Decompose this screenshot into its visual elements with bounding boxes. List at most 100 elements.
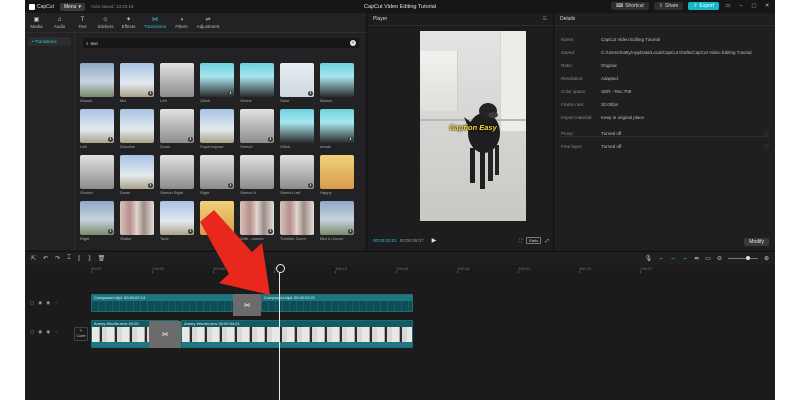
- transition-card[interactable]: [200, 201, 234, 236]
- split-left-icon[interactable]: ⟦: [78, 255, 81, 262]
- tab-effects[interactable]: ✦ Effects: [117, 13, 140, 32]
- cover-button[interactable]: ✎ Cover: [74, 327, 88, 341]
- ratio-button[interactable]: Ratio: [526, 236, 542, 244]
- clear-search-icon[interactable]: ×: [350, 40, 356, 46]
- track-audio-icon[interactable]: ◉: [46, 300, 50, 306]
- tab-audio[interactable]: ♫ Audio: [48, 13, 71, 32]
- main-clip-2[interactable]: Ammy Woofin.mov 00:00:04:01: [181, 320, 413, 348]
- delete-icon[interactable]: 🗑: [98, 255, 106, 262]
- download-icon[interactable]: ⬇: [148, 183, 153, 188]
- transition-marker[interactable]: ⋈: [149, 321, 181, 348]
- share-button[interactable]: ⇪ Share: [653, 2, 684, 10]
- track-lock-icon[interactable]: ▢: [30, 329, 34, 335]
- fit-view-icon[interactable]: ⛶: [519, 238, 522, 243]
- download-icon[interactable]: ⬇: [148, 91, 153, 96]
- download-icon[interactable]: ⬇: [188, 229, 193, 234]
- time-ruler[interactable]: 00:00100:03100:0600:09100:12100:15100:18…: [91, 265, 775, 273]
- track-visibility-icon[interactable]: ◉: [38, 329, 42, 335]
- transition-card[interactable]: ⬇ Right: [200, 155, 234, 195]
- info-icon[interactable]: ⓘ: [765, 131, 770, 137]
- track-audio-icon[interactable]: ◉: [46, 329, 50, 335]
- undo-icon[interactable]: ↶: [43, 255, 48, 262]
- layout-icon[interactable]: ▭: [724, 3, 732, 9]
- transition-card[interactable]: Woosh: [80, 63, 114, 103]
- track-more-icon[interactable]: ⋯: [54, 300, 59, 306]
- tab-text[interactable]: T Text: [71, 13, 94, 32]
- transition-card[interactable]: ⬇ Glitch: [200, 63, 234, 103]
- microphone-icon[interactable]: 🎙: [645, 255, 653, 262]
- download-icon[interactable]: ⬇: [348, 229, 353, 234]
- transition-card[interactable]: ⬇ Blur In Zoom: [320, 201, 354, 241]
- zoom-slider[interactable]: [727, 256, 758, 260]
- transition-card[interactable]: ⬇ Inhale: [320, 109, 354, 149]
- transition-card[interactable]: ⬇ Slant: [280, 63, 314, 103]
- transition-card[interactable]: Left: [160, 63, 194, 103]
- split-icon[interactable]: ⌶: [67, 255, 71, 262]
- select-tool-icon[interactable]: ⇱: [31, 255, 36, 262]
- download-icon[interactable]: ⬇: [228, 183, 233, 188]
- playhead[interactable]: [276, 264, 285, 400]
- transition-card[interactable]: ⬇ Down: [120, 155, 154, 195]
- modify-button[interactable]: Modify: [744, 238, 769, 246]
- transition-card[interactable]: Strobe: [240, 63, 274, 103]
- minimize-icon[interactable]: –: [737, 3, 745, 9]
- tab-media[interactable]: ▣ Media: [25, 13, 48, 32]
- menu-button[interactable]: Menu ▾: [59, 2, 85, 11]
- fullscreen-icon[interactable]: ⤢: [545, 238, 549, 243]
- transition-card[interactable]: Tremble Zoom: [280, 201, 314, 241]
- zoom-out-icon[interactable]: ⊖: [717, 255, 722, 262]
- transition-card[interactable]: ⬇ Stretch: [240, 109, 274, 149]
- download-icon[interactable]: ⬇: [228, 91, 233, 96]
- shortcut-button[interactable]: ⌨ Shortcut: [610, 2, 649, 10]
- maximize-icon[interactable]: ▢: [750, 3, 758, 9]
- transition-card[interactable]: ⬇ Mix: [120, 63, 154, 103]
- compound-clip-1[interactable]: Compound clip1 00:00:02:14: [91, 294, 237, 312]
- transition-card[interactable]: Shake: [120, 201, 154, 241]
- transition-card[interactable]: ⬇ Tone: [160, 201, 194, 241]
- close-icon[interactable]: ✕: [763, 3, 771, 9]
- transition-card[interactable]: Superimpose: [200, 109, 234, 149]
- redo-icon[interactable]: ↷: [55, 255, 60, 262]
- compound-clip-2[interactable]: Compound clip1 00:00:02:21: [261, 294, 413, 312]
- transition-card[interactable]: ⬇ Down: [160, 109, 194, 149]
- player-menu-icon[interactable]: ☰: [543, 16, 547, 22]
- info-icon[interactable]: ⓘ: [765, 144, 770, 150]
- link-icon[interactable]: ⇔: [658, 256, 664, 262]
- transition-card[interactable]: ⬇ Left: [80, 109, 114, 149]
- transition-card[interactable]: Happy: [320, 155, 354, 195]
- sidebar-item-transitions[interactable]: • Transitions: [28, 37, 71, 46]
- download-icon[interactable]: ⬇: [268, 137, 273, 142]
- transition-card[interactable]: Glitch: [280, 109, 314, 149]
- download-icon[interactable]: ⬇: [108, 137, 113, 142]
- tab-filters[interactable]: ◑ Filters: [170, 13, 193, 32]
- zoom-in-icon[interactable]: ⊕: [764, 255, 769, 262]
- transition-marker[interactable]: ⋈: [233, 294, 261, 316]
- transition-card[interactable]: ⬇ Right: [80, 201, 114, 241]
- track-more-icon[interactable]: ⋯: [54, 329, 59, 335]
- transition-card[interactable]: Blanch: [320, 63, 354, 103]
- transition-card[interactable]: Stretch II: [240, 155, 274, 195]
- magnet-icon[interactable]: ⇔: [670, 256, 676, 262]
- play-icon[interactable]: ▶: [432, 237, 437, 244]
- download-icon[interactable]: ⬇: [188, 137, 193, 142]
- tab-transitions[interactable]: ⋈ Transitions: [140, 13, 170, 32]
- tab-adjustment[interactable]: ⇌ Adjustment: [193, 13, 223, 32]
- transition-card[interactable]: Shutter: [80, 155, 114, 195]
- transition-card[interactable]: Stretch Right: [160, 155, 194, 195]
- track-lock-icon[interactable]: ▢: [30, 300, 34, 306]
- track-visibility-icon[interactable]: ◉: [38, 300, 42, 306]
- transition-card[interactable]: ⬇ Stretch Left: [280, 155, 314, 195]
- export-button[interactable]: ⇧ Export: [688, 2, 719, 10]
- download-icon[interactable]: ⬇: [268, 229, 273, 234]
- caption-tool-icon[interactable]: ▭: [705, 255, 711, 262]
- snap-icon[interactable]: ⇔: [682, 256, 688, 262]
- transition-card[interactable]: ⬇ Glith...mories: [240, 201, 274, 241]
- download-icon[interactable]: ⬇: [308, 91, 313, 96]
- preview-axis-icon[interactable]: ⇹: [694, 255, 699, 262]
- download-icon[interactable]: ⬇: [308, 183, 313, 188]
- split-right-icon[interactable]: ⟧: [88, 255, 91, 262]
- tab-stickers[interactable]: ☺ Stickers: [94, 13, 117, 32]
- video-preview[interactable]: Caption Easy: [420, 31, 526, 221]
- search-input[interactable]: ⌕ text ×: [83, 38, 359, 48]
- download-icon[interactable]: ⬇: [108, 229, 113, 234]
